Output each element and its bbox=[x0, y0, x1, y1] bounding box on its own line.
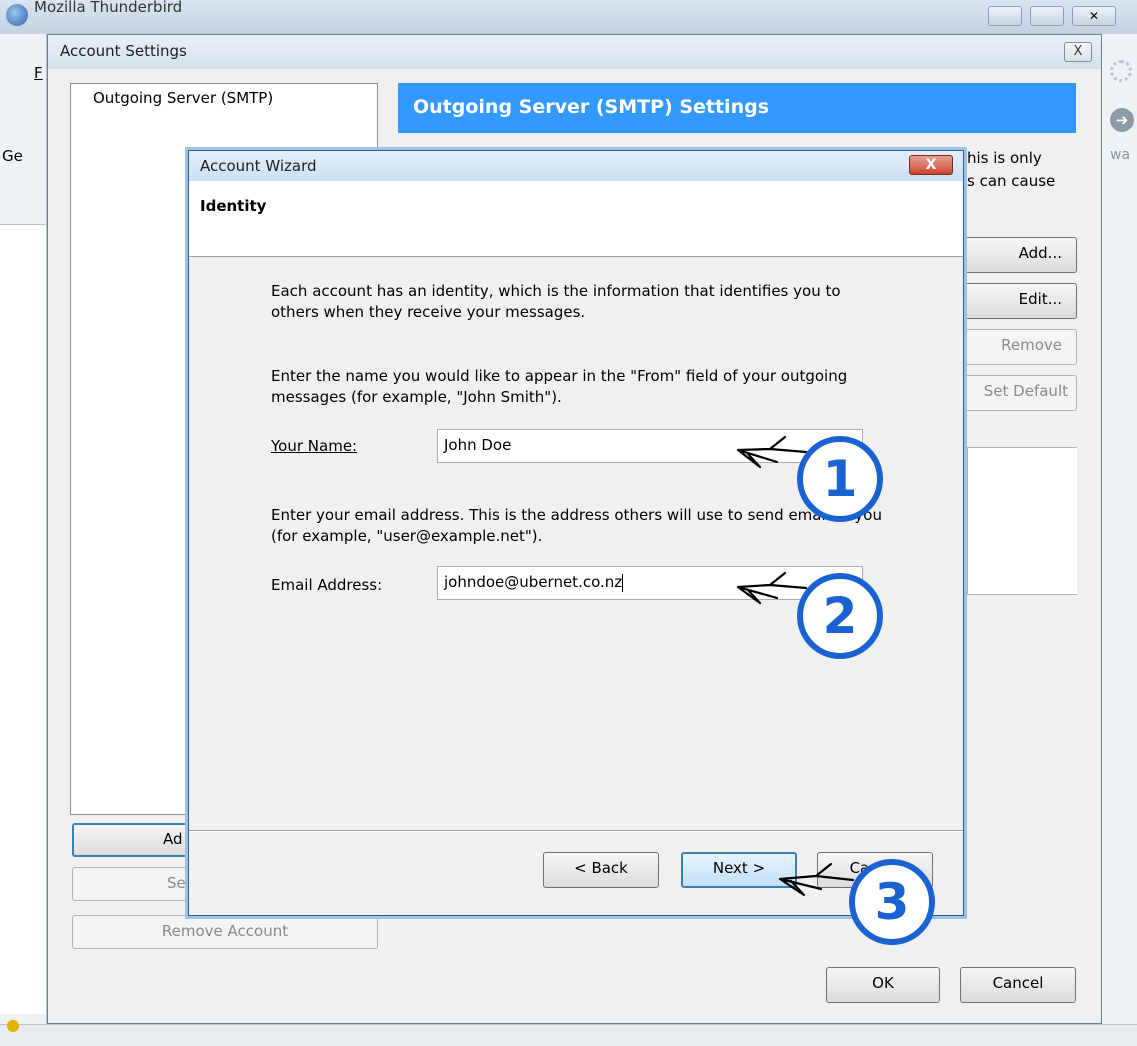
annotation-overlay bbox=[736, 435, 855, 897]
annotation-arrow-3 bbox=[778, 862, 855, 897]
annotation-arrow-1 bbox=[736, 435, 808, 469]
annotation-arrow-2 bbox=[736, 571, 808, 605]
annotation-badge-1: 1 bbox=[797, 436, 883, 522]
annotation-badge-2: 2 bbox=[797, 573, 883, 659]
annotation-badge-3: 3 bbox=[849, 859, 935, 945]
